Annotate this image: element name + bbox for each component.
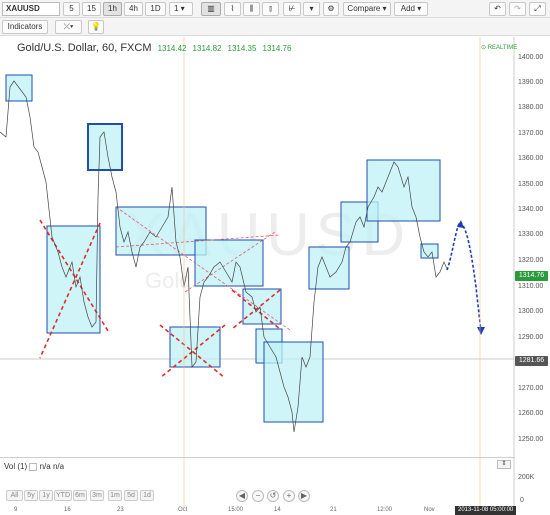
drawing-tools-icon[interactable]: ⤫▾ <box>55 20 82 34</box>
ohlc-high: 1314.82 <box>192 44 222 53</box>
price-tick: 1400.00 <box>518 54 544 61</box>
volume-values: n/a n/a <box>39 462 65 471</box>
projection-arrow-bottom <box>477 327 485 335</box>
interval-5-button[interactable]: 5 <box>63 2 80 16</box>
price-tick: 1390.00 <box>518 79 544 86</box>
undo-icon[interactable]: ↶ <box>489 2 506 16</box>
chart-title: Gold/U.S. Dollar, 60, FXCM 1314.42 1314.… <box>17 42 291 54</box>
ohlc-close: 1314.76 <box>262 44 292 53</box>
add-button[interactable]: Add ▾ <box>394 2 428 16</box>
symbol-description: Gold/U.S. Dollar, 60, FXCM <box>17 42 152 54</box>
time-tick: 15:00 <box>228 507 244 513</box>
annotation-box <box>308 246 350 290</box>
interval-dropdown[interactable]: 1 ▾ <box>169 2 193 16</box>
price-tick: 1360.00 <box>518 155 544 162</box>
settings-gear-icon[interactable]: ⚙ <box>323 2 339 16</box>
indicators-button[interactable]: Indicators <box>2 20 48 34</box>
add-label: Add <box>400 4 415 13</box>
chart-type-dropdown-icon[interactable]: ▾ <box>303 2 320 16</box>
last-price-tag: 1314.76 <box>515 271 548 281</box>
price-tick: 1260.00 <box>518 410 544 417</box>
range-3m-button[interactable]: 3m <box>90 490 104 501</box>
candle-style-icon[interactable]: ⫼ <box>243 2 260 16</box>
top-toolbar: XAUUSD 5 15 1h 4h 1D 1 ▾ ▥ ⌇ ⫼ ⫾ ⊬ ▾ ⚙ C… <box>0 0 550 18</box>
volume-legend: Vol (1) n/a n/a <box>4 462 64 471</box>
line-style-icon[interactable]: ⊬ <box>283 2 301 16</box>
ohlc-low: 1314.35 <box>227 44 257 53</box>
compare-label: Compare <box>347 4 381 13</box>
range-1d-button[interactable]: 1d <box>140 490 154 501</box>
time-tick: 14 <box>274 507 281 513</box>
zoom-in-icon[interactable]: + <box>283 490 295 502</box>
range-6m-button[interactable]: 6m <box>73 490 87 501</box>
price-tick: 1320.00 <box>518 257 544 264</box>
hollow-candle-icon[interactable]: ⫾ <box>262 2 279 16</box>
range-5d-button[interactable]: 5d <box>124 490 138 501</box>
range-5y-button[interactable]: 5y <box>24 490 38 501</box>
crosshair-date-tag: 2013-11-08 05:00:00 <box>455 506 517 515</box>
scroll-left-icon[interactable]: ◀ <box>236 490 248 502</box>
ohlc-open: 1314.42 <box>157 44 187 53</box>
volume-zero-tick: 0 <box>520 497 524 504</box>
interval-dropdown-value: 1 <box>174 4 179 13</box>
range-1y-button[interactable]: 1y <box>39 490 53 501</box>
range-ytd-button[interactable]: YTD <box>54 490 72 501</box>
volume-pane-controls[interactable]: ⇕ <box>497 460 511 469</box>
interval-1h-button[interactable]: 1h <box>103 2 122 16</box>
annotation-box <box>115 206 207 256</box>
time-tick: 21 <box>330 507 337 513</box>
interval-15-button[interactable]: 15 <box>82 2 101 16</box>
range-1m-button[interactable]: 1m <box>108 490 122 501</box>
redo-icon[interactable]: ↷ <box>509 2 526 16</box>
annotation-box <box>263 341 324 423</box>
price-tick: 1370.00 <box>518 130 544 137</box>
marker-price-tag: 1281.66 <box>515 356 548 366</box>
bar-style-icon[interactable]: ▥ <box>201 2 221 16</box>
price-tick: 1330.00 <box>518 231 544 238</box>
time-tick: 16 <box>64 507 71 513</box>
secondary-toolbar: Indicators ⤫▾ 💡 <box>0 18 550 36</box>
price-tick: 1250.00 <box>518 436 544 443</box>
annotation-box <box>87 123 123 171</box>
projection-path <box>446 220 482 333</box>
time-tick: 9 <box>14 507 18 513</box>
price-tick: 1310.00 <box>518 283 544 290</box>
annotation-box <box>46 225 101 334</box>
annotation-boxes <box>5 74 441 423</box>
volume-tick: 200K <box>518 474 535 481</box>
area-style-icon[interactable]: ⌇ <box>224 2 241 16</box>
price-tick: 1300.00 <box>518 308 544 315</box>
interval-4h-button[interactable]: 4h <box>124 2 143 16</box>
time-tick: 23 <box>117 507 124 513</box>
realtime-label: REALTIME <box>487 45 518 51</box>
idea-bulb-icon[interactable]: 💡 <box>88 20 104 34</box>
price-tick: 1380.00 <box>518 104 544 111</box>
price-tick: 1340.00 <box>518 206 544 213</box>
interval-1d-button[interactable]: 1D <box>145 2 166 16</box>
range-all-button[interactable]: All <box>6 490 23 501</box>
realtime-badge: ⊙ REALTIME <box>481 45 518 51</box>
volume-settings-icon[interactable] <box>29 462 38 471</box>
volume-label: Vol (1) <box>4 462 28 471</box>
time-axis[interactable] <box>0 506 515 515</box>
price-chart[interactable] <box>0 37 515 507</box>
symbol-input[interactable]: XAUUSD <box>2 2 60 16</box>
time-tick: 12:00 <box>377 507 393 513</box>
annotation-box <box>169 326 221 368</box>
reset-zoom-icon[interactable]: ↺ <box>267 490 279 502</box>
price-tick: 1350.00 <box>518 181 544 188</box>
scroll-right-icon[interactable]: ▶ <box>298 490 310 502</box>
fullscreen-icon[interactable]: ⤢ <box>529 2 546 16</box>
annotation-box <box>366 159 441 222</box>
price-tick: 1290.00 <box>518 334 544 341</box>
pane-separator[interactable] <box>0 457 515 458</box>
time-tick: Nov <box>424 507 435 513</box>
compare-button[interactable]: Compare ▾ <box>343 2 391 16</box>
zoom-out-icon[interactable]: − <box>252 490 264 502</box>
time-tick: Oct <box>178 507 188 513</box>
price-tick: 1270.00 <box>518 385 544 392</box>
